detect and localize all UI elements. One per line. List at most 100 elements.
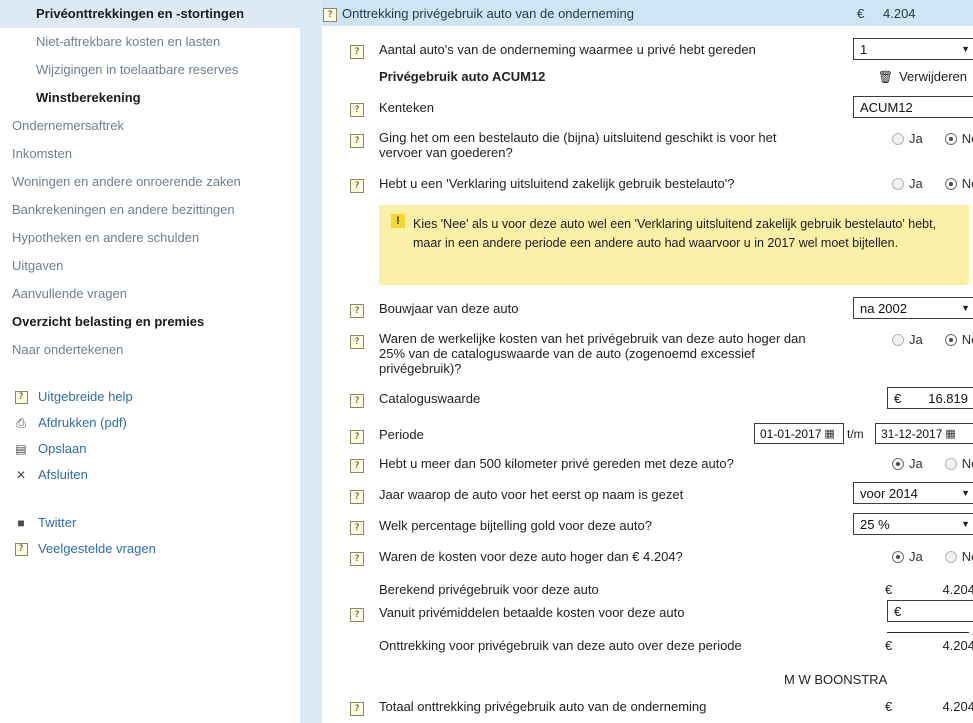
radio-label: Nee [961, 131, 973, 146]
sidebar-item-2[interactable]: Wijzigingen in toelaatbare reserves [0, 56, 300, 84]
radio-kosten-hoger-ja[interactable]: Ja [892, 549, 923, 564]
radiogroup-verklaring[interactable]: Ja Nee [892, 176, 973, 191]
radio-bestelauto-nee[interactable]: Nee [944, 131, 973, 146]
sidebar-tool-printer-1[interactable]: ⎙ Afdrukken (pdf) [0, 410, 300, 436]
sidebar-tool-question-mark-0[interactable]: ? Uitgebreide help [0, 384, 300, 410]
question-mark-icon[interactable]: ? [323, 8, 337, 22]
input-cataloguswaarde[interactable]: € 16.819 [887, 387, 973, 409]
section-title: Onttrekking privégebruik auto van de ond… [342, 5, 634, 21]
currency-symbol: € [885, 699, 893, 714]
radio-button-icon[interactable] [892, 132, 904, 145]
sidebar-item-3[interactable]: Winstberekening [0, 84, 300, 112]
question-mark-icon[interactable]: ? [350, 459, 364, 473]
question-mark-icon[interactable]: ? [350, 179, 364, 193]
radio-km500-ja[interactable]: Ja [892, 456, 923, 471]
radiogroup-kosten-hoger[interactable]: Ja Nee [892, 549, 973, 564]
label-bijtelling-pct: Welk percentage bijtelling gold voor dez… [379, 518, 652, 533]
sidebar-item-1[interactable]: Niet-aftrekbare kosten en lasten [0, 28, 300, 56]
sidebar-item-12[interactable]: Naar ondertekenen [0, 336, 300, 364]
sidebar-item-5[interactable]: Inkomsten [0, 140, 300, 168]
radio-bestelauto-ja[interactable]: Ja [892, 131, 923, 146]
radio-button-icon[interactable] [944, 333, 957, 346]
help-icon-periode[interactable]: ? [350, 427, 364, 444]
radio-verklaring-ja[interactable]: Ja [892, 176, 923, 191]
question-mark-icon[interactable]: ? [350, 490, 364, 504]
radio-button-icon[interactable] [892, 457, 904, 470]
select-eerste-naam-jaar[interactable]: voor 2014 ▼ [853, 482, 973, 504]
help-icon-bestelauto[interactable]: ? [350, 131, 364, 148]
question-mark-icon[interactable]: ? [350, 304, 364, 318]
help-icon-section[interactable]: ? [323, 5, 337, 22]
help-icon-privemiddelen[interactable]: ? [350, 605, 364, 622]
sidebar-item-11[interactable]: Overzicht belasting en premies [0, 308, 300, 336]
question-mark-icon[interactable]: ? [350, 45, 364, 59]
calendar-icon[interactable]: ▦ [945, 427, 955, 440]
sidebar-item-8[interactable]: Hypotheken en andere schulden [0, 224, 300, 252]
help-icon-verklaring[interactable]: ? [350, 176, 364, 193]
radiogroup-km500[interactable]: Ja Nee [892, 456, 973, 471]
select-bijtelling-pct[interactable]: 25 % ▼ [853, 513, 973, 535]
help-icon-km500[interactable]: ? [350, 456, 364, 473]
help-icon-totaal[interactable]: ? [350, 699, 364, 716]
radio-excessief-ja[interactable]: Ja [892, 332, 923, 347]
input-kenteken[interactable]: ACUM12 [853, 96, 973, 118]
select-bouwjaar[interactable]: na 2002 ▼ [853, 297, 973, 319]
sidebar-item-9[interactable]: Uitgaven [0, 252, 300, 280]
radio-km500-nee[interactable]: Nee [944, 456, 973, 471]
sidebar-item-7[interactable]: Bankrekeningen en andere bezittingen [0, 196, 300, 224]
sidebar-item-10[interactable]: Aanvullende vragen [0, 280, 300, 308]
radio-button-icon[interactable] [892, 550, 904, 563]
radio-button-icon[interactable] [944, 550, 957, 563]
question-mark-icon[interactable]: ? [350, 103, 364, 117]
value-onttrekking-periode: € 4.204 [885, 638, 973, 653]
radiogroup-bestelauto[interactable]: Ja Nee [892, 131, 973, 146]
section-header[interactable]: ▼ Onttrekking privégebruik auto van de o… [322, 0, 973, 26]
help-icon-aantal-autos[interactable]: ? [350, 42, 364, 59]
sidebar-tool-close-x-3[interactable]: ✕ Afsluiten [0, 462, 300, 488]
input-privemiddelen-kosten[interactable]: € [887, 600, 973, 622]
help-icon-excessief[interactable]: ? [350, 332, 364, 349]
input-periode-to[interactable]: 31-12-2017 ▦ [875, 423, 973, 444]
radio-button-icon[interactable] [892, 177, 904, 190]
question-mark-icon[interactable]: ? [350, 552, 364, 566]
help-icon-kosten-hoger[interactable]: ? [350, 549, 364, 566]
help-icon-kenteken[interactable]: ? [350, 100, 364, 117]
delete-car-button[interactable]: 🗑 Verwijderen [878, 69, 967, 84]
car-subsection-heading: Privégebruik auto ACUM12 [379, 69, 546, 84]
question-mark-icon: ? [12, 390, 30, 404]
question-mark-icon[interactable]: ? [350, 608, 364, 622]
label-eerste-naam-jaar: Jaar waarop de auto voor het eerst op na… [379, 487, 684, 502]
help-icon-eerste-naam-jaar[interactable]: ? [350, 487, 364, 504]
radio-excessief-nee[interactable]: Nee [944, 332, 973, 347]
select-aantal-autos[interactable]: 1 ▼ [853, 38, 973, 60]
question-mark-icon[interactable]: ? [350, 394, 364, 408]
question-mark-icon[interactable]: ? [350, 521, 364, 535]
radio-button-icon[interactable] [944, 177, 957, 190]
sum-rule [887, 632, 969, 633]
sidebar-item-0[interactable]: Privéonttrekkingen en -stortingen [0, 0, 300, 28]
radio-verklaring-nee[interactable]: Nee [944, 176, 973, 191]
sidebar-tool-question-mark-1[interactable]: ? Veelgestelde vragen [0, 536, 300, 562]
value-totaal: € 4.204 [885, 699, 973, 714]
radio-button-icon[interactable] [944, 457, 957, 470]
radio-button-icon[interactable] [944, 132, 957, 145]
twitter-icon: ■ [12, 516, 30, 530]
sidebar-tools-primary: ? Uitgebreide help ⎙ Afdrukken (pdf) ▤ Opslaa… [0, 384, 300, 488]
help-icon-bouwjaar[interactable]: ? [350, 301, 364, 318]
question-mark-icon[interactable]: ? [350, 430, 364, 444]
radio-button-icon[interactable] [892, 333, 904, 346]
question-mark-icon[interactable]: ? [350, 702, 364, 716]
sidebar-tool-twitter-0[interactable]: ■ Twitter [0, 510, 300, 536]
question-mark-icon[interactable]: ? [350, 134, 364, 148]
sidebar-tool-floppy-disk-2[interactable]: ▤ Opslaan [0, 436, 300, 462]
help-icon-cataloguswaarde[interactable]: ? [350, 391, 364, 408]
sidebar-item-4[interactable]: Ondernemersaftrek [0, 112, 300, 140]
input-periode-from[interactable]: 01-01-2017 ▦ [754, 423, 844, 444]
printer-icon: ⎙ [16, 416, 26, 430]
radio-kosten-hoger-nee[interactable]: Nee [944, 549, 973, 564]
calendar-icon[interactable]: ▦ [824, 427, 834, 440]
help-icon-bijtelling-pct[interactable]: ? [350, 518, 364, 535]
sidebar-item-6[interactable]: Woningen en andere onroerende zaken [0, 168, 300, 196]
question-mark-icon[interactable]: ? [350, 335, 364, 349]
radiogroup-excessief[interactable]: Ja Nee [892, 332, 973, 347]
